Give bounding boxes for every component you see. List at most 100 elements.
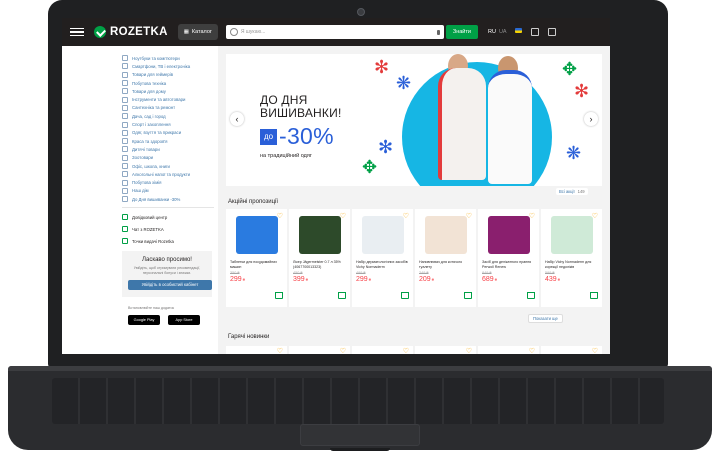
cart-icon[interactable] xyxy=(275,292,283,299)
product-image[interactable] xyxy=(235,216,278,254)
promo-banner[interactable]: ✻ ❋ ✻ ✥ ✻ ❋ ✥ ДО ДНЯ ВИШИВАНКИ! до -30% … xyxy=(226,54,602,186)
sidebar-category-item[interactable]: До Дня вишиванки -30% xyxy=(122,195,218,203)
sidebar-category-label: Наш дім xyxy=(132,188,149,194)
search-button[interactable]: Знайти xyxy=(445,25,478,39)
heart-icon[interactable]: ♡ xyxy=(592,213,598,220)
product-image[interactable] xyxy=(298,216,341,254)
help-center-label: Довідковий центр xyxy=(132,214,168,220)
product-card[interactable]: ♡ Набір Vichy Normaderm для корекції недо… xyxy=(541,209,602,307)
product-card[interactable]: ♡ Таблетки для посудомийних машин 350 ₴ 299… xyxy=(226,209,287,307)
sidebar-category-item[interactable]: Смартфони, ТВ і електроніка xyxy=(122,62,218,70)
cart-icon[interactable] xyxy=(527,292,535,299)
heart-icon[interactable]: ♡ xyxy=(340,348,346,354)
help-center-link[interactable]: Довідковий центр xyxy=(122,211,218,223)
heart-icon[interactable]: ♡ xyxy=(340,213,346,220)
sidebar-category-item[interactable]: Алкогольні напої та продукти xyxy=(122,170,218,178)
heart-icon[interactable]: ♡ xyxy=(592,348,598,354)
laptop-notch xyxy=(330,448,390,451)
product-card[interactable]: ♡ xyxy=(226,346,287,354)
category-icon xyxy=(122,55,128,62)
sidebar-category-item[interactable]: Товари для геймерів xyxy=(122,71,218,79)
product-name[interactable]: Засіб для делікатного прання Perwoll Ren… xyxy=(482,260,535,269)
cart-icon[interactable] xyxy=(338,292,346,299)
user-icon[interactable] xyxy=(530,28,539,36)
product-card[interactable]: ♡ Набір дерматологічних засобів Vichy Nor… xyxy=(352,209,413,307)
webcam xyxy=(357,8,365,16)
product-image[interactable] xyxy=(361,216,404,254)
product-old-price: 849 ₴ xyxy=(482,271,492,275)
heart-icon[interactable]: ♡ xyxy=(466,213,472,220)
lang-ua[interactable]: UA xyxy=(499,29,507,35)
product-card[interactable]: ♡ xyxy=(289,346,350,354)
login-button[interactable]: Увійдіть в особистий кабінет xyxy=(128,279,212,290)
product-name[interactable]: Наповнювач для котячого туалету xyxy=(419,260,472,269)
cart-icon[interactable] xyxy=(590,292,598,299)
product-name[interactable]: Набір дерматологічних засобів Vichy Norm… xyxy=(356,260,409,269)
sidebar-category-item[interactable]: Побутова техніка xyxy=(122,79,218,87)
sidebar-category-item[interactable]: Дитячі товари xyxy=(122,145,218,153)
language-switch[interactable]: RU UA xyxy=(488,29,507,35)
product-card[interactable]: ♡ xyxy=(415,346,476,354)
product-image[interactable] xyxy=(487,216,530,254)
sidebar-category-item[interactable]: Зоотовари xyxy=(122,154,218,162)
product-image[interactable] xyxy=(550,216,593,254)
sidebar-category-item[interactable]: Побутова хімія xyxy=(122,178,218,186)
cart-icon[interactable] xyxy=(547,28,556,36)
product-card[interactable]: ♡ Наповнювач для котячого туалету 249 ₴ 209… xyxy=(415,209,476,307)
google-play-badge[interactable]: Google Play xyxy=(128,314,160,325)
heart-icon[interactable]: ♡ xyxy=(277,213,283,220)
category-icon xyxy=(122,179,128,186)
embroidery-pattern-icon: ✥ xyxy=(362,157,378,177)
lang-ru[interactable]: RU xyxy=(488,29,496,35)
pickup-points-link[interactable]: Точки видачі Rozetka xyxy=(122,235,218,247)
product-card[interactable]: ♡ xyxy=(541,346,602,354)
site-logo[interactable]: ROZETKA xyxy=(110,26,168,38)
heart-icon[interactable]: ♡ xyxy=(466,348,472,354)
sidebar-category-item[interactable]: Ноутбуки та комп'ютери xyxy=(122,54,218,62)
menu-icon[interactable] xyxy=(70,27,84,37)
app-store-badge[interactable]: App Store xyxy=(168,314,200,325)
chevron-right-icon[interactable]: › xyxy=(584,112,598,126)
sidebar-category-item[interactable]: Наш дім xyxy=(122,187,218,195)
product-card[interactable]: ♡ xyxy=(478,346,539,354)
chevron-left-icon[interactable]: ‹ xyxy=(230,112,244,126)
product-price-row: 399 ₴ xyxy=(293,276,346,283)
product-card[interactable]: ♡ Лікер Jägermeister 0.7 л 35% (406770001… xyxy=(289,209,350,307)
microphone-icon[interactable] xyxy=(436,29,440,35)
app-store-badges: Google Play App Store xyxy=(128,314,218,325)
product-name[interactable]: Таблетки для посудомийних машин xyxy=(230,260,283,269)
sidebar-category-item[interactable]: Офіс, школа, книги xyxy=(122,162,218,170)
product-card[interactable]: ♡ xyxy=(352,346,413,354)
sidebar-category-item[interactable]: Товари для дому xyxy=(122,87,218,95)
category-icon xyxy=(122,104,128,111)
heart-icon[interactable]: ♡ xyxy=(529,213,535,220)
product-name[interactable]: Набір Vichy Normaderm для корекції недол… xyxy=(545,260,598,269)
cart-icon[interactable] xyxy=(464,292,472,299)
sidebar-category-item[interactable]: Спорт і захоплення xyxy=(122,120,218,128)
heart-icon[interactable]: ♡ xyxy=(529,348,535,354)
product-image[interactable] xyxy=(424,216,467,254)
show-more-button[interactable]: Показати ще xyxy=(528,314,563,323)
heart-icon[interactable]: ♡ xyxy=(277,348,283,354)
category-icon xyxy=(122,154,128,161)
heart-icon[interactable]: ♡ xyxy=(403,213,409,220)
search-input[interactable] xyxy=(240,29,421,35)
rozetka-logo-icon[interactable] xyxy=(94,26,106,38)
cart-icon[interactable] xyxy=(401,292,409,299)
product-card[interactable]: ♡ Засіб для делікатного прання Perwoll Re… xyxy=(478,209,539,307)
ukraine-flag-icon[interactable] xyxy=(514,28,522,33)
sidebar-category-item[interactable]: Дача, сад і город xyxy=(122,112,218,120)
all-actions-link[interactable]: Всі акції 149 xyxy=(556,188,588,195)
catalog-button[interactable]: ▦ Каталог xyxy=(177,24,218,40)
sidebar-category-item[interactable]: Інструменти та автотовари xyxy=(122,95,218,103)
product-name[interactable]: Лікер Jägermeister 0.7 л 35% (4067700013… xyxy=(293,260,346,269)
product-price-row: 439 ₴ xyxy=(545,276,598,283)
sidebar-category-item[interactable]: Сантехніка та ремонт xyxy=(122,104,218,112)
product-price: 299 xyxy=(230,276,242,283)
chat-link[interactable]: Чат з ROZETKA xyxy=(122,223,218,235)
sidebar-category-item[interactable]: Одяг, взуття та прикраси xyxy=(122,129,218,137)
heart-icon[interactable]: ♡ xyxy=(403,348,409,354)
sidebar-category-item[interactable]: Краса та здоров'я xyxy=(122,137,218,145)
browser-screen: ROZETKA ▦ Каталог Знайти RUUA Ноутбуки т… xyxy=(62,18,610,354)
product-price-row: 299 ₴ xyxy=(356,276,409,283)
